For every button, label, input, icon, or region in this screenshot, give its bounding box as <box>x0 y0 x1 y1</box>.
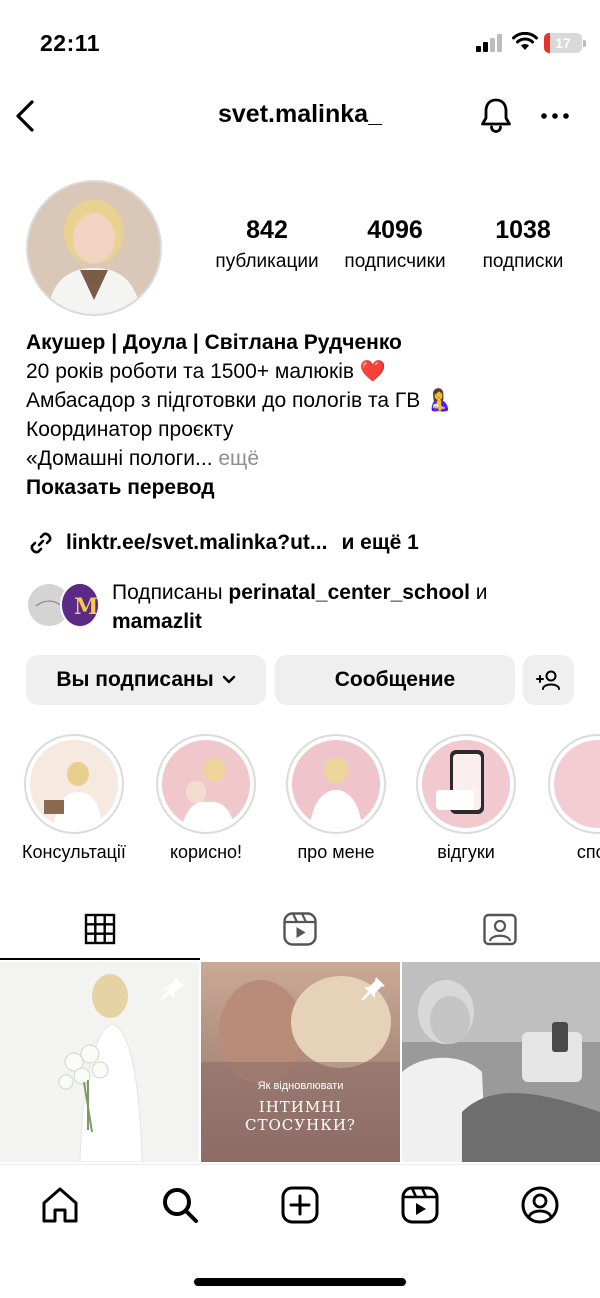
post-thumbnail[interactable] <box>402 962 600 1162</box>
add-user-button[interactable] <box>523 655 574 705</box>
reels-icon[interactable] <box>400 1185 440 1225</box>
post-caption-title: ІНТИМНІ <box>258 1098 343 1116</box>
home-indicator <box>194 1278 406 1286</box>
profile-bio: Акушер | Доула | Світлана Рудченко 20 ро… <box>26 328 586 502</box>
posts-grid: Як відновлювати ІНТИМНІ СТОСУНКИ? <box>0 962 600 1164</box>
profile-link-row[interactable]: linktr.ee/svet.malinka?ut... и ещё 1 <box>26 528 419 558</box>
battery-cap <box>583 40 586 47</box>
cellular-signal-icon <box>476 34 502 52</box>
stat-followers[interactable]: 4096 подписчики <box>336 216 454 273</box>
following-label: подписки <box>482 251 564 272</box>
highlight-cover <box>162 740 250 828</box>
battery-indicator: 17 <box>544 33 586 53</box>
home-icon[interactable] <box>40 1185 80 1225</box>
pin-icon <box>361 977 385 1001</box>
profile-avatar[interactable] <box>26 180 162 316</box>
profile-tabs <box>0 898 600 962</box>
post-caption-title: СТОСУНКИ? <box>245 1116 356 1134</box>
tab-reels[interactable] <box>200 898 400 960</box>
bio-line: Координатор проєкту <box>26 418 234 441</box>
following-button-label: Вы подписаны <box>56 668 214 691</box>
bio-line: «Домашні пологи... <box>26 447 213 470</box>
bell-icon[interactable] <box>478 96 514 134</box>
search-icon[interactable] <box>160 1185 200 1225</box>
posts-count: 842 <box>246 216 288 244</box>
chevron-down-icon <box>222 675 235 684</box>
avatar-photo <box>28 182 160 314</box>
show-translation-link[interactable]: Показать перевод <box>26 473 586 502</box>
profile-link-more[interactable]: и ещё 1 <box>341 531 418 555</box>
mutual-user-link[interactable]: perinatal_center_school <box>228 581 470 604</box>
status-time: 22:11 <box>40 30 101 56</box>
highlight-cover <box>422 740 510 828</box>
stat-posts[interactable]: 842 публикации <box>208 216 326 273</box>
profile-link-url[interactable]: linktr.ee/svet.malinka?ut... <box>66 531 327 555</box>
highlight-ring <box>548 734 600 834</box>
highlight-label: відгуки <box>437 842 495 862</box>
status-bar: 22:11 17 <box>0 0 600 88</box>
tab-tagged[interactable] <box>400 898 600 960</box>
link-icon <box>30 532 52 554</box>
mutual-joiner: и <box>469 581 488 604</box>
tab-posts-grid[interactable] <box>0 898 200 960</box>
add-user-icon <box>535 670 560 690</box>
highlight-ring <box>24 734 124 834</box>
grid-icon <box>84 913 116 945</box>
posts-label: публикации <box>215 251 319 272</box>
profile-icon[interactable] <box>520 1185 560 1225</box>
highlight-ring <box>156 734 256 834</box>
wifi-icon <box>512 32 538 50</box>
highlight-item[interactable]: Консультації <box>22 734 126 863</box>
highlight-item[interactable]: сповi <box>546 734 600 863</box>
reels-icon <box>283 912 317 946</box>
highlight-label: про мене <box>297 842 375 862</box>
highlight-cover <box>554 740 600 828</box>
highlight-label: корисно! <box>169 842 243 862</box>
bio-line: 20 років роботи та 1500+ малюків ❤️ <box>26 360 387 383</box>
highlight-cover <box>30 740 118 828</box>
post-caption-small: Як відновлювати <box>257 1080 344 1092</box>
mutual-avatars: M <box>26 582 102 630</box>
highlight-cover <box>292 740 380 828</box>
mutual-followers-text: Подписаны perinatal_center_school и mama… <box>112 578 582 636</box>
post-thumbnail[interactable]: Як відновлювати ІНТИМНІ СТОСУНКИ? <box>201 962 400 1162</box>
tagged-icon <box>483 913 517 946</box>
highlight-item[interactable]: корисно! <box>154 734 258 863</box>
pin-icon <box>160 977 184 1001</box>
highlight-label: Консультації <box>22 842 126 862</box>
following-button[interactable]: Вы подписаны <box>26 655 266 705</box>
battery-percent: 17 <box>555 35 571 51</box>
highlight-item[interactable]: про мене <box>284 734 388 863</box>
following-count: 1038 <box>495 216 551 244</box>
message-button[interactable]: Сообщение <box>275 655 515 705</box>
highlight-label: сповi <box>576 842 600 862</box>
followers-label: подписчики <box>344 251 446 272</box>
highlight-ring <box>286 734 386 834</box>
svg-text:M: M <box>74 594 98 620</box>
highlight-item[interactable]: відгуки <box>414 734 518 863</box>
bio-name: Акушер | Доула | Світлана Рудченко <box>26 331 402 354</box>
highlight-ring <box>416 734 516 834</box>
bio-more-link[interactable]: ещё <box>213 447 259 470</box>
mutual-user-link[interactable]: mamazlit <box>112 610 202 633</box>
create-icon[interactable] <box>280 1185 320 1225</box>
avatar: M <box>60 582 100 628</box>
message-button-label: Сообщение <box>334 668 456 691</box>
followers-count: 4096 <box>367 216 423 244</box>
active-tab-indicator <box>0 958 200 960</box>
post-thumbnail[interactable] <box>0 962 199 1162</box>
more-horizontal-icon[interactable] <box>540 106 570 126</box>
bio-line: Амбасадор з підготовки до пологів та ГВ … <box>26 389 453 412</box>
mutual-followers[interactable]: M Подписаны perinatal_center_school и ma… <box>26 578 586 634</box>
mutual-prefix: Подписаны <box>112 581 229 604</box>
bio-line-truncated: «Домашні пологи... ещё <box>26 444 586 473</box>
stat-following[interactable]: 1038 подписки <box>468 216 578 273</box>
story-highlights: Консультації корисно! про мене відгуки с… <box>0 734 600 874</box>
post-image <box>402 962 600 1162</box>
